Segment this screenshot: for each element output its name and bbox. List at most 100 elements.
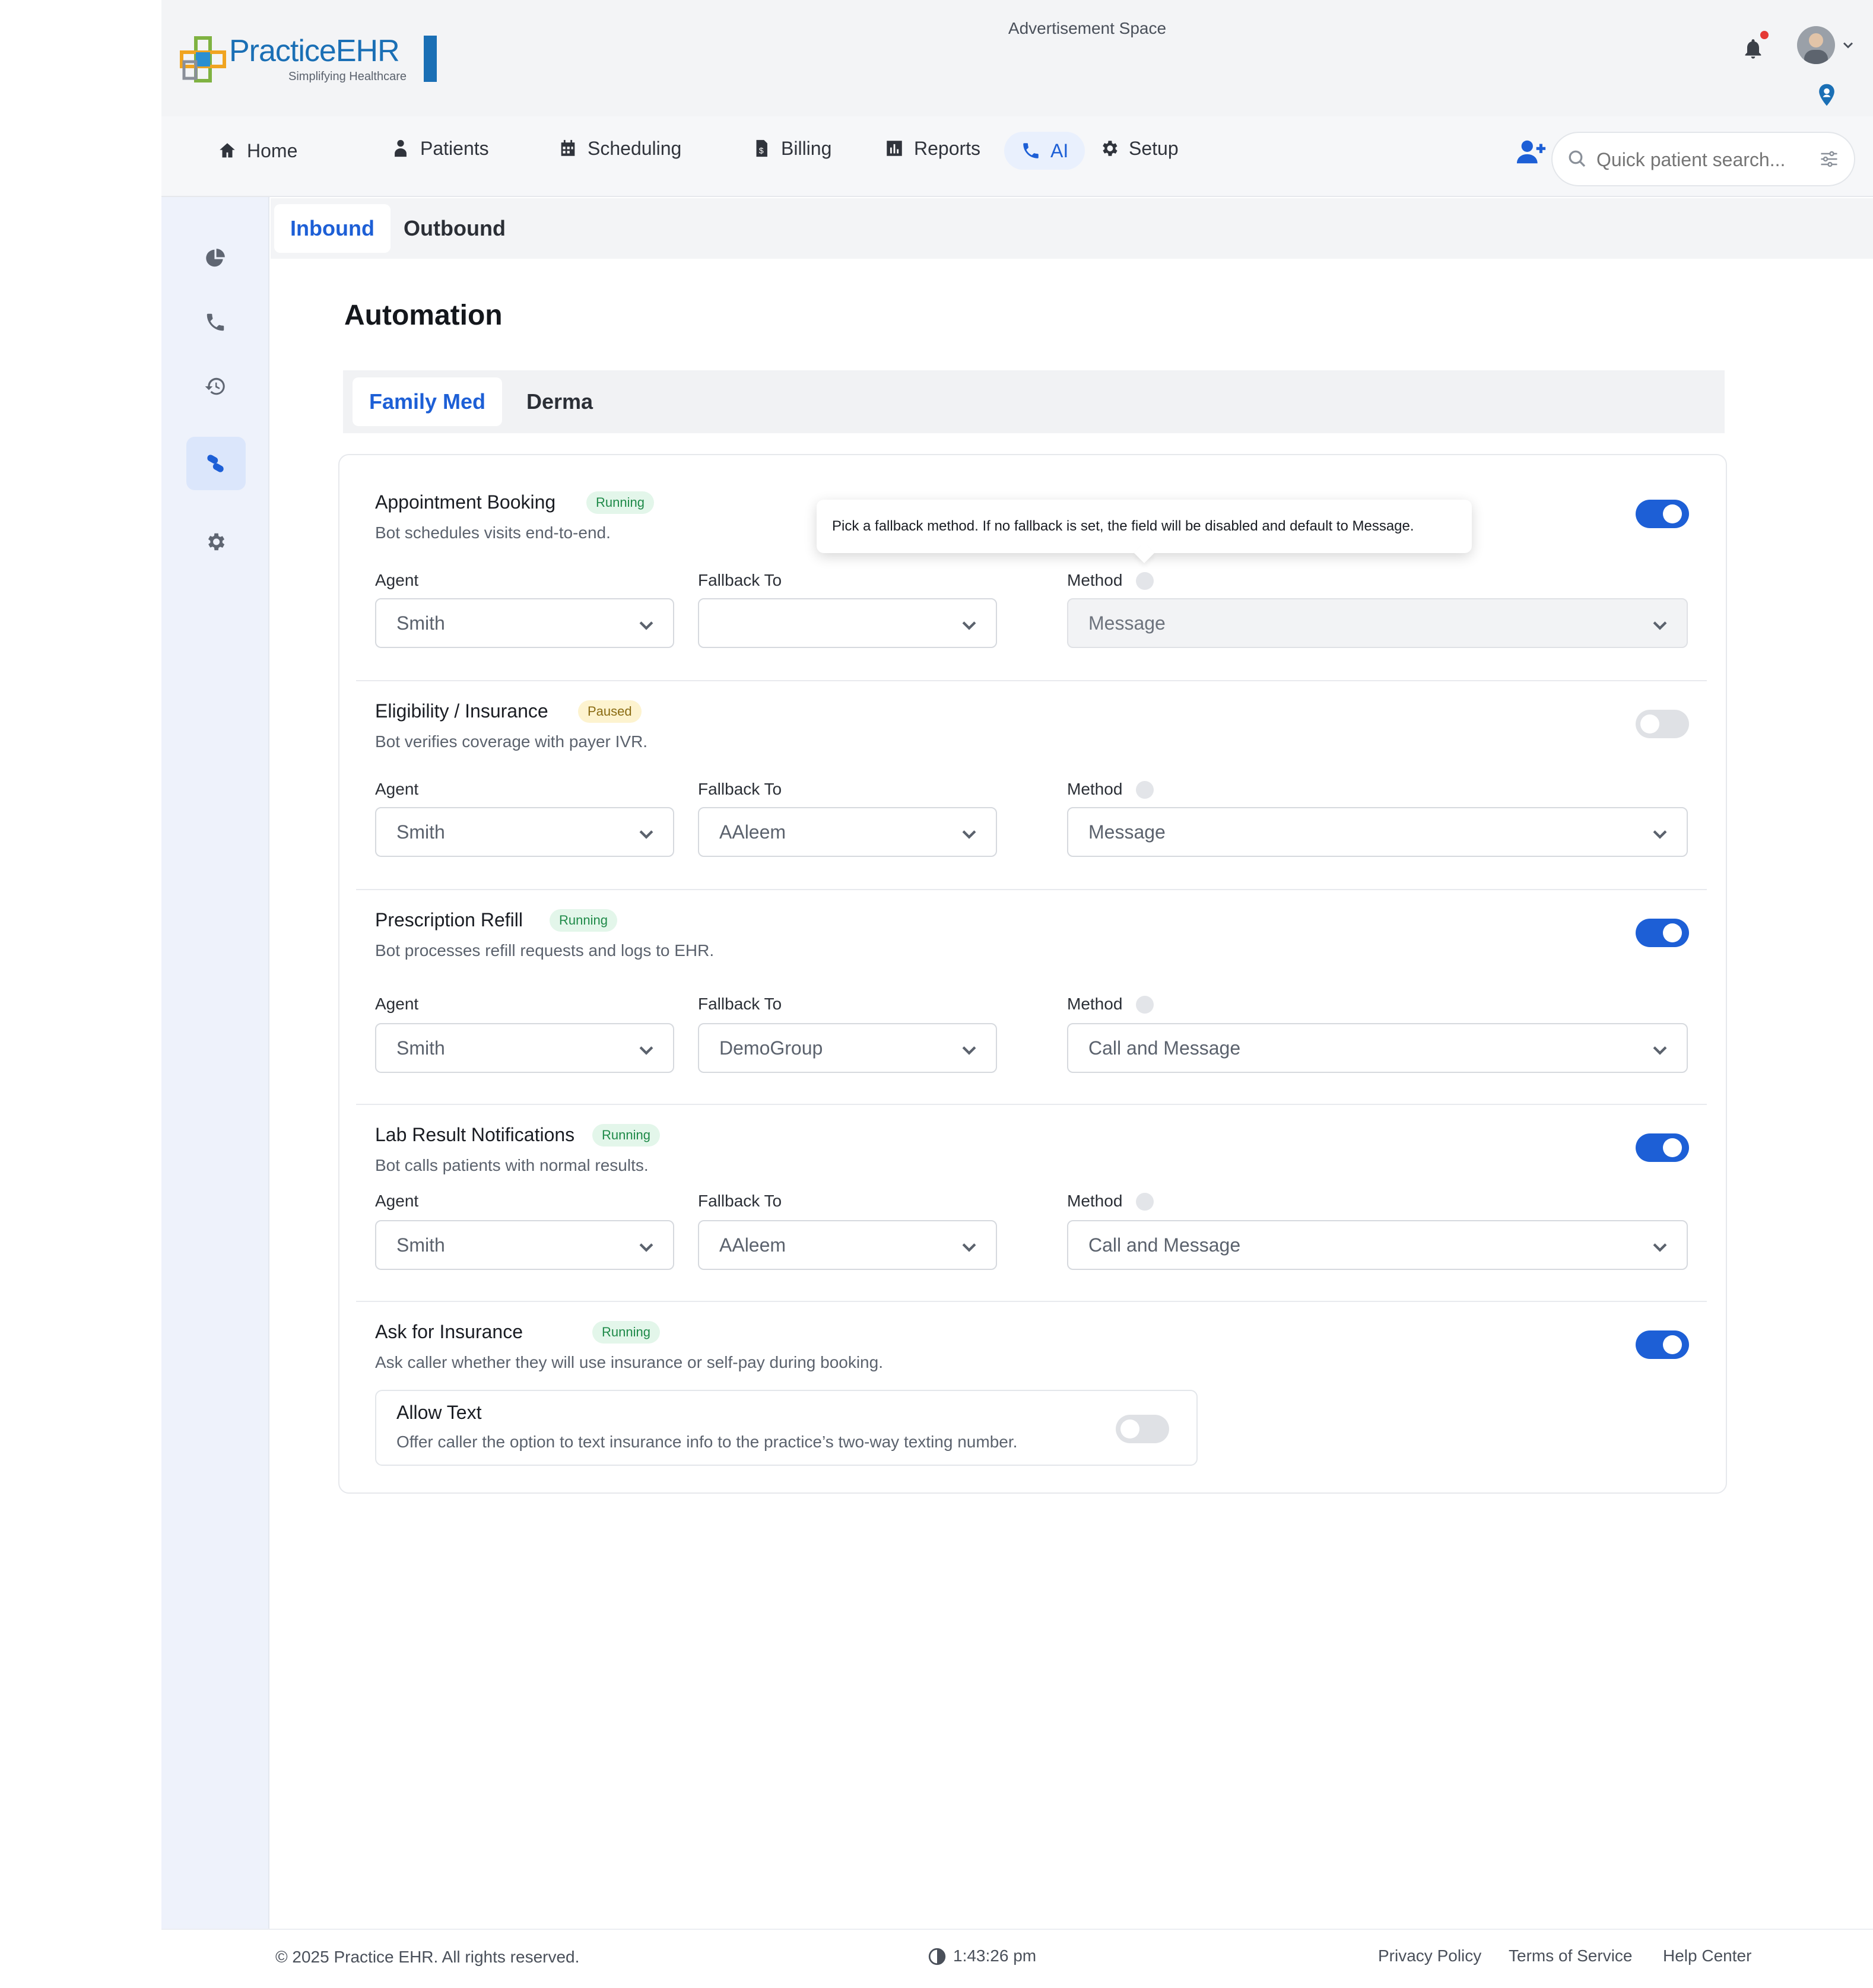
footer-link-terms[interactable]: Terms of Service xyxy=(1509,1946,1633,1965)
tab-inbound[interactable]: Inbound xyxy=(274,204,391,253)
method-label: Method xyxy=(1067,995,1123,1013)
sidebar-item-automation[interactable] xyxy=(203,451,228,476)
logo-badge xyxy=(424,36,437,82)
automation-toggle[interactable] xyxy=(1636,500,1689,528)
patient-icon xyxy=(395,139,407,157)
logo[interactable]: PracticeEHR Simplifying Healthcare xyxy=(179,32,437,85)
top-bar: PracticeEHR Simplifying Healthcare Adver… xyxy=(161,0,1873,116)
method-value: Message xyxy=(1088,612,1166,634)
footer-link-help[interactable]: Help Center xyxy=(1663,1946,1751,1965)
chevron-down-icon xyxy=(959,1237,979,1257)
nav-patients[interactable]: Patients xyxy=(391,129,489,167)
method-select[interactable]: Message xyxy=(1067,807,1688,857)
nav-ai[interactable]: AI xyxy=(1004,132,1085,170)
automation-toggle[interactable] xyxy=(1636,919,1689,947)
method-label: Method xyxy=(1067,1192,1123,1210)
fallback-select[interactable]: AAleem xyxy=(698,807,997,857)
agent-value: Smith xyxy=(396,1234,445,1256)
avatar[interactable] xyxy=(1797,26,1835,64)
svg-text:$: $ xyxy=(759,147,764,156)
status-badge: Paused xyxy=(578,700,642,723)
fallback-select[interactable]: AAleem xyxy=(698,1220,997,1270)
notification-bell-icon[interactable] xyxy=(1741,31,1769,62)
chevron-down-icon xyxy=(636,1237,656,1257)
nav-reports[interactable]: Reports xyxy=(884,129,980,167)
tab-outbound[interactable]: Outbound xyxy=(396,204,513,253)
chevron-down-icon xyxy=(636,824,656,844)
agent-select[interactable]: Smith xyxy=(375,1220,674,1270)
nav-scheduling[interactable]: Scheduling xyxy=(558,129,681,167)
fallback-select[interactable] xyxy=(698,598,997,648)
agent-select[interactable]: Smith xyxy=(375,598,674,648)
info-icon[interactable] xyxy=(1136,572,1154,590)
specialty-tabs: Family Med Derma xyxy=(343,370,1725,433)
info-icon[interactable] xyxy=(1136,996,1154,1014)
nav-home-label: Home xyxy=(247,139,298,161)
info-icon[interactable] xyxy=(1136,1193,1154,1211)
automation-toggle[interactable] xyxy=(1636,1330,1689,1359)
phone-icon xyxy=(207,313,224,331)
location-pin-icon[interactable] xyxy=(1814,81,1840,109)
automation-description: Ask caller whether they will use insuran… xyxy=(375,1353,883,1371)
nav-scheduling-label: Scheduling xyxy=(588,137,682,159)
method-select: Message xyxy=(1067,598,1688,648)
chevron-down-icon xyxy=(1650,1237,1670,1257)
method-tooltip: Pick a fallback method. If no fallback i… xyxy=(817,500,1472,563)
tab-derma[interactable]: Derma xyxy=(515,377,604,426)
sidebar-item-history[interactable] xyxy=(203,374,228,399)
search-input[interactable] xyxy=(1596,147,1810,172)
chevron-down-icon xyxy=(636,615,656,635)
automation-title: Ask for Insurance xyxy=(375,1321,523,1342)
allow-text-panel: Allow Text Offer caller the option to te… xyxy=(375,1390,1198,1466)
agent-label: Agent xyxy=(375,780,419,798)
agent-label: Agent xyxy=(375,1192,419,1210)
fallback-value: AAleem xyxy=(719,1234,786,1256)
chevron-down-icon xyxy=(959,615,979,635)
pie-chart-icon xyxy=(206,249,225,267)
footer-link-privacy[interactable]: Privacy Policy xyxy=(1378,1946,1481,1965)
add-patient-icon[interactable] xyxy=(1516,138,1548,166)
calendar-icon xyxy=(561,139,575,156)
fallback-label: Fallback To xyxy=(698,571,782,589)
allow-text-description: Offer caller the option to text insuranc… xyxy=(396,1433,1018,1451)
fallback-value: AAleem xyxy=(719,821,786,843)
chevron-down-icon xyxy=(959,1040,979,1060)
automation-icon xyxy=(207,455,224,472)
automation-title: Appointment Booking xyxy=(375,491,556,513)
automation-toggle[interactable] xyxy=(1636,1133,1689,1162)
agent-select[interactable]: Smith xyxy=(375,1023,674,1073)
sidebar-item-settings[interactable] xyxy=(203,529,228,554)
automation-description: Bot schedules visits end-to-end. xyxy=(375,523,611,542)
method-select[interactable]: Call and Message xyxy=(1067,1220,1688,1270)
tab-family-med[interactable]: Family Med xyxy=(353,377,502,426)
nav-setup[interactable]: Setup xyxy=(1099,129,1179,167)
notification-dot xyxy=(1760,31,1769,39)
filter-sliders-icon[interactable] xyxy=(1818,148,1840,170)
sidebar-item-calls[interactable] xyxy=(203,310,228,335)
chevron-down-icon xyxy=(1650,824,1670,844)
agent-select[interactable]: Smith xyxy=(375,807,674,857)
search-icon xyxy=(1569,150,1586,167)
nav-billing-label: Billing xyxy=(781,137,832,159)
settings-icon xyxy=(208,533,225,551)
nav-billing[interactable]: $ Billing xyxy=(751,129,831,167)
allow-text-toggle[interactable] xyxy=(1116,1415,1169,1443)
info-icon[interactable] xyxy=(1136,781,1154,799)
automation-description: Bot processes refill requests and logs t… xyxy=(375,941,715,960)
automation-description: Bot calls patients with normal results. xyxy=(375,1156,649,1174)
sidebar-item-dashboard[interactable] xyxy=(203,246,228,271)
automation-toggle[interactable] xyxy=(1636,710,1689,738)
footer-time: 1:43:26 pm xyxy=(953,1946,1037,1965)
logo-cross-icon xyxy=(180,36,226,82)
fallback-select[interactable]: DemoGroup xyxy=(698,1023,997,1073)
logo-tagline: Simplifying Healthcare xyxy=(288,70,407,83)
avatar-chevron-down-icon[interactable] xyxy=(1840,37,1856,53)
gear-icon xyxy=(1103,141,1118,156)
nav-patients-label: Patients xyxy=(420,137,489,159)
quick-search[interactable] xyxy=(1551,132,1855,186)
nav-home[interactable]: Home xyxy=(217,132,297,170)
row-divider xyxy=(356,1104,1707,1105)
chevron-down-icon xyxy=(1650,615,1670,635)
method-select[interactable]: Call and Message xyxy=(1067,1023,1688,1073)
phone-icon xyxy=(1023,143,1039,158)
